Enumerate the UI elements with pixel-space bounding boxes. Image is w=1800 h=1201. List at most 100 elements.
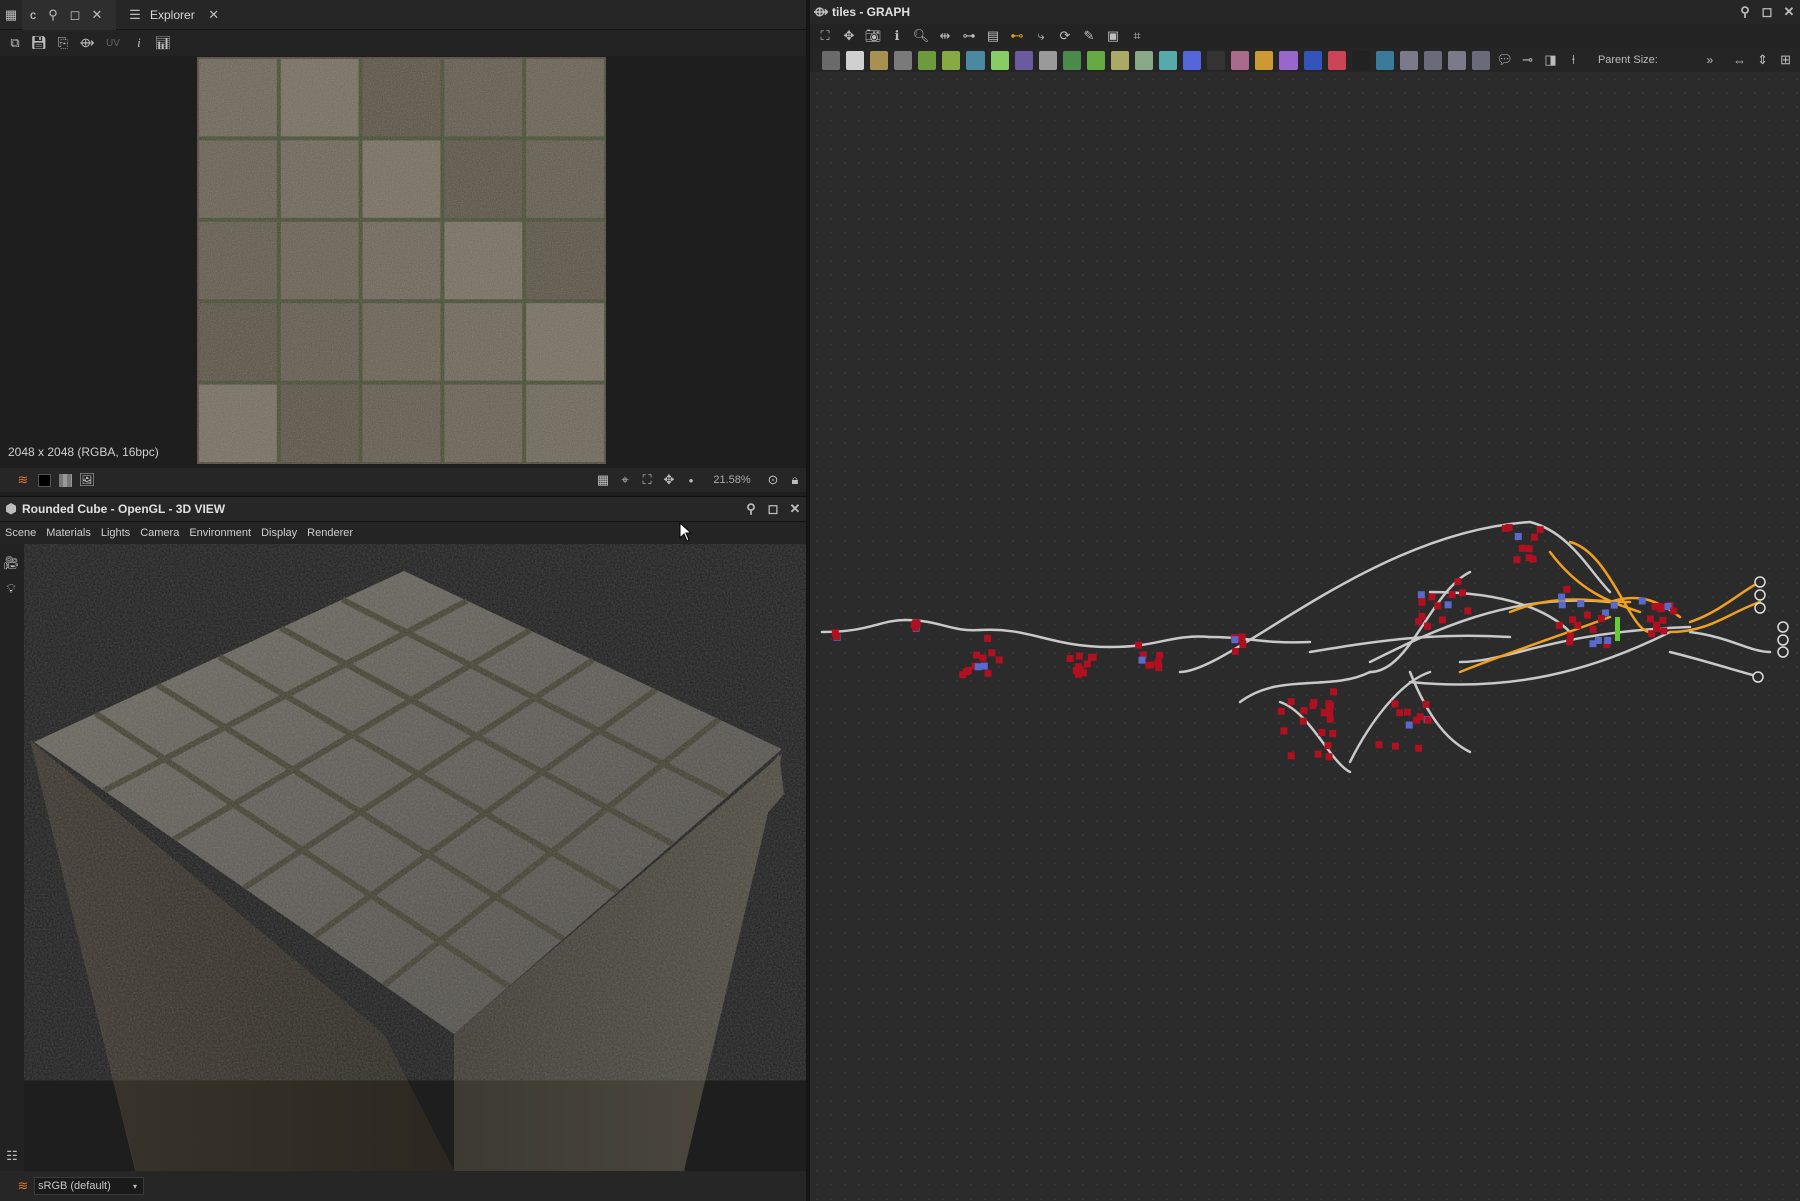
graph-node[interactable] [1525,545,1533,553]
texture-preview[interactable] [197,57,606,464]
refresh-icon[interactable]: ⟳ [1054,25,1076,47]
node-d-icon[interactable] [1472,50,1491,70]
share-icon[interactable]: ⟴ [76,32,98,54]
graph-node[interactable] [1318,728,1326,736]
graph-node[interactable] [1329,729,1337,737]
graph-node[interactable] [1659,616,1667,624]
bridge-icon[interactable] [1231,50,1250,70]
tile-icon[interactable] [1038,50,1057,70]
camera-icon[interactable]: 🎥︎ [0,552,22,574]
graph-node[interactable] [995,656,1003,664]
graph-node[interactable] [1434,602,1442,610]
graph-node[interactable] [1320,709,1328,717]
fx-icon[interactable] [1110,50,1130,70]
graph-node[interactable] [1326,715,1334,723]
zoom-value[interactable]: 21.58% [702,474,762,486]
graph-node[interactable] [1418,598,1426,606]
align-icon[interactable]: ⇹ [934,25,956,47]
graph-node[interactable] [1558,593,1566,601]
graph-node[interactable] [1422,700,1430,708]
comment-icon[interactable]: ▤ [982,25,1004,47]
reroute-icon[interactable]: ⤷ [1030,25,1052,47]
graph-node[interactable] [1375,741,1383,749]
graph-node[interactable] [1076,665,1084,673]
graph-node[interactable] [1325,700,1333,708]
close-icon[interactable]: ✕ [1778,1,1800,23]
graph-node[interactable] [1505,523,1513,531]
pin-icon[interactable]: ⚲ [740,498,762,520]
graph-node[interactable] [1428,593,1436,601]
graph-node[interactable] [980,662,988,670]
graph-node[interactable] [984,669,992,677]
grid-icon[interactable]: ▦ [592,469,614,491]
zoom-in-icon[interactable]: ⊙ [762,469,784,491]
node-a-icon[interactable] [1399,50,1418,70]
graph-node[interactable] [1391,700,1399,708]
output-node[interactable] [1754,589,1766,601]
scene-tree-icon[interactable]: ☷ [1,1145,23,1167]
graph-node[interactable] [832,633,840,641]
graph-node[interactable] [1583,611,1591,619]
graph-node[interactable] [1083,660,1091,668]
search-icon[interactable]: 🔍︎ [910,25,932,47]
menu-camera[interactable]: Camera [135,527,184,539]
maximize-icon[interactable]: ◻ [762,498,784,520]
layers-icon[interactable]: ≋ [12,1175,34,1197]
warning-icon[interactable] [1255,50,1274,70]
graph-node[interactable] [1518,544,1526,552]
output-node[interactable] [1754,576,1766,588]
node-graph[interactable] [810,72,1800,1201]
output-node[interactable] [1777,621,1789,633]
graph-node[interactable] [1135,641,1143,649]
graph-node[interactable] [1589,625,1597,633]
graph-node[interactable] [1555,621,1563,629]
graph-node[interactable] [1448,591,1456,599]
graph-node[interactable] [1566,638,1574,646]
color-wheel-icon[interactable] [1183,50,1202,70]
graph-node[interactable] [1280,727,1288,735]
graph-node[interactable] [1658,603,1666,611]
pin-icon[interactable]: ⚲ [1734,1,1756,23]
move-icon[interactable]: ✥ [658,469,680,491]
graph-node[interactable] [1424,622,1432,630]
frame-node-icon[interactable]: ◨ [1540,49,1561,71]
output-node[interactable] [1754,602,1766,614]
svg-node-icon[interactable] [846,50,865,70]
graph-node[interactable] [1391,742,1399,750]
graph-node[interactable] [988,649,996,657]
hierarchy-icon[interactable]: ⊶ [958,25,980,47]
graph-node[interactable] [1287,752,1295,760]
comment-node-icon[interactable]: 💬︎ [1494,49,1515,71]
text-icon[interactable] [1279,50,1298,70]
pixel-icon[interactable] [1375,50,1394,70]
black-bg-swatch[interactable] [38,473,51,487]
graph-node[interactable] [1417,591,1425,599]
graph-node[interactable] [974,663,982,671]
node-c-icon[interactable] [1448,50,1467,70]
graph-node[interactable] [1529,555,1537,563]
graph-node[interactable] [979,654,987,662]
graph-node[interactable] [1444,601,1452,609]
graph-node[interactable] [1660,627,1668,635]
more-toggle[interactable]: » [1707,53,1714,67]
graph-node[interactable] [1075,652,1083,660]
graph-node[interactable] [1415,744,1423,752]
graph-node[interactable] [1147,661,1155,669]
graph-node[interactable] [1439,616,1447,624]
graph-node[interactable] [1156,651,1164,659]
layers-icon[interactable]: ≋ [12,469,34,491]
select-icon[interactable] [1303,50,1322,70]
pan-icon[interactable]: ✥ [838,25,860,47]
fit-icon[interactable]: ⛶ [636,469,658,491]
curve-icon[interactable] [918,50,937,70]
graph-node[interactable] [1646,615,1654,623]
graph-node[interactable] [1597,615,1605,623]
menu-lights[interactable]: Lights [96,527,135,539]
graph-node[interactable] [1653,624,1661,632]
graph-node[interactable] [1459,589,1467,597]
info-icon[interactable]: i [128,32,150,54]
snap-icon[interactable]: ⊞ [1775,49,1796,71]
graph-canvas[interactable] [810,72,1800,1201]
graph-node[interactable] [1638,597,1646,605]
connector-icon[interactable]: ⇔ [1729,49,1750,71]
